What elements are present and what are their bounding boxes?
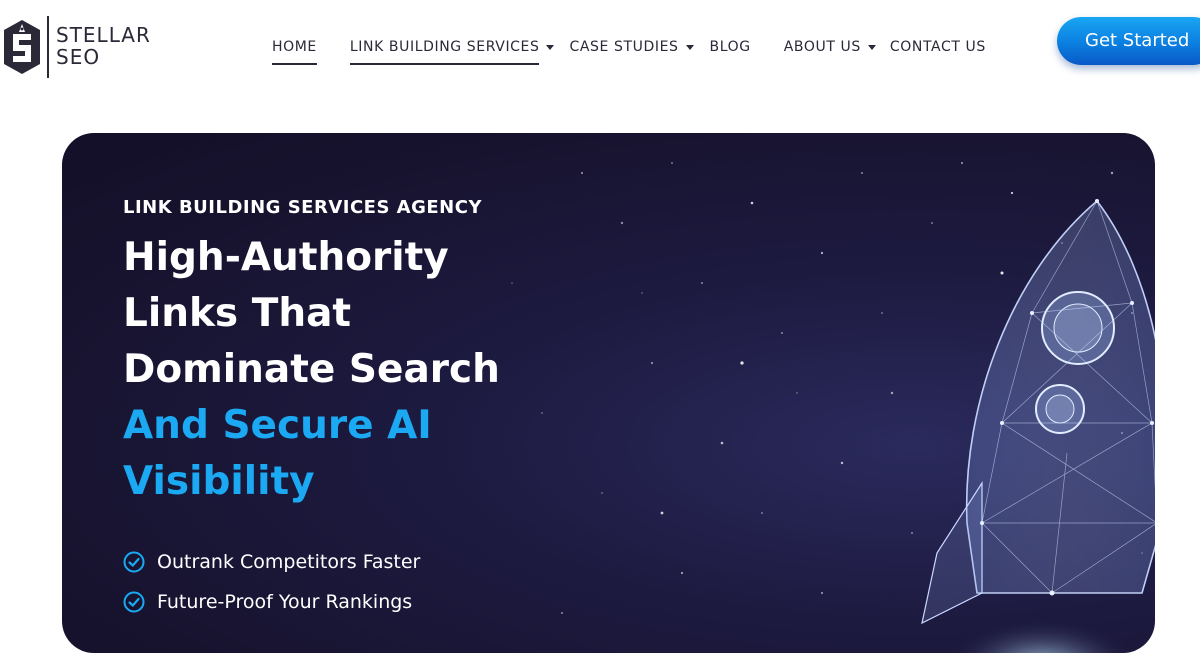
benefit-text: Future-Proof Your Rankings — [157, 591, 413, 613]
nav-blog-label: BLOG — [709, 39, 751, 55]
nav-about-label: ABOUT US — [783, 39, 861, 55]
check-circle-icon — [123, 551, 145, 573]
benefit-text: Outrank Competitors Faster — [157, 551, 421, 573]
chevron-down-icon — [867, 44, 876, 50]
hero-banner: LINK BUILDING SERVICES AGENCY High-Autho… — [62, 133, 1155, 653]
rocket-shield-icon — [4, 20, 40, 74]
nav-contact-us[interactable]: CONTACT US — [890, 36, 986, 58]
nav-blog[interactable]: BLOG — [710, 36, 751, 58]
benefit-item: Outrank Competitors Faster — [123, 547, 420, 577]
logo-text: STELLAR SEO — [56, 24, 151, 68]
benefit-list: Outrank Competitors Faster Future-Proof … — [123, 547, 420, 627]
nav-case-studies[interactable]: CASE STUDIES — [569, 36, 694, 58]
hero-eyebrow: LINK BUILDING SERVICES AGENCY — [123, 197, 482, 218]
headline-line-1: High-Authority — [123, 235, 449, 280]
get-started-button[interactable]: Get Started — [1057, 17, 1200, 65]
logo-line-2: SEO — [56, 45, 101, 69]
headline-line-3: Dominate Search — [123, 347, 500, 392]
headline-line-2: Links That — [123, 291, 352, 336]
nav-home-label: HOME — [272, 39, 317, 65]
logo-line-1: STELLAR — [56, 23, 151, 47]
hero-headline: High-Authority Links That Dominate Searc… — [123, 230, 593, 510]
headline-accent-line-1: And Secure AI — [123, 403, 432, 448]
nav-home[interactable]: HOME — [272, 36, 317, 65]
benefit-item: Future-Proof Your Rankings — [123, 587, 420, 617]
site-header: STELLAR SEO HOME LINK BUILDING SERVICES … — [0, 0, 1200, 100]
headline-accent-line-2: Visibility — [123, 459, 315, 504]
nav-link-building-label: LINK BUILDING SERVICES — [349, 39, 540, 65]
chevron-down-icon — [546, 44, 555, 50]
nav-contact-label: CONTACT US — [889, 39, 986, 55]
check-circle-icon — [123, 591, 145, 613]
nav-link-building-services[interactable]: LINK BUILDING SERVICES — [349, 36, 555, 65]
nav-about-us[interactable]: ABOUT US — [784, 36, 876, 58]
main-nav: HOME LINK BUILDING SERVICES CASE STUDIES… — [272, 36, 986, 66]
logo[interactable]: STELLAR SEO — [0, 14, 170, 80]
rocket-illustration — [921, 199, 1155, 653]
logo-divider — [47, 16, 49, 78]
nav-case-studies-label: CASE STUDIES — [569, 39, 679, 55]
chevron-down-icon — [685, 44, 694, 50]
